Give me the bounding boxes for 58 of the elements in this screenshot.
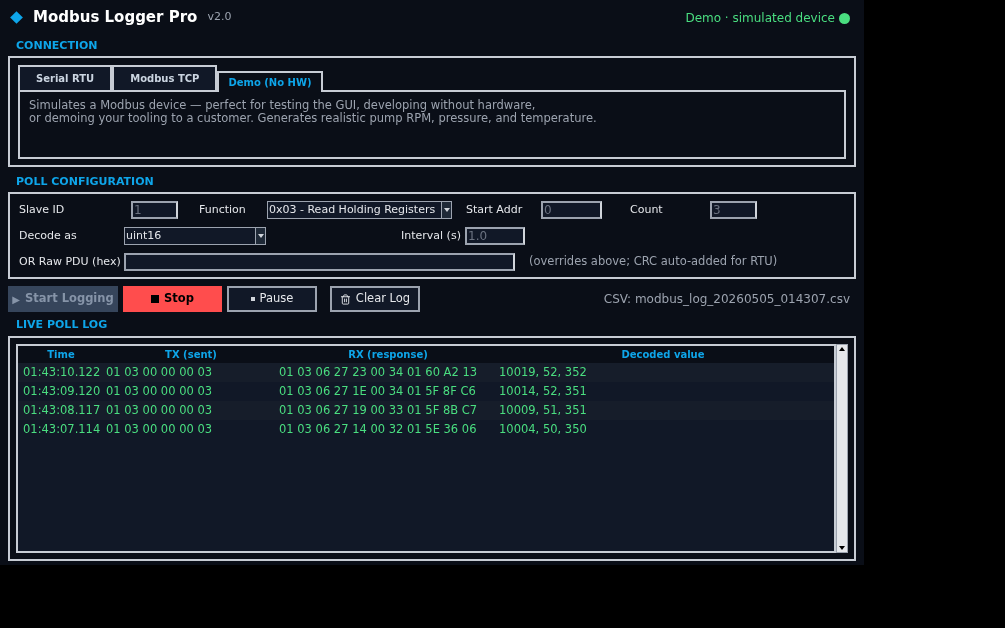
description-text: Simulates a Modbus device — perfect for testing the GUI, developing without hardware,	[29, 99, 537, 112]
raw-pdu-field[interactable]	[124, 253, 515, 271]
section-heading: LIVE POLL LOG	[16, 318, 109, 332]
scrollbar[interactable]	[836, 344, 848, 553]
interval-field[interactable]: 1.0	[465, 227, 525, 245]
csv-filename: CSV: modbus_log_20260505_014307.csv	[603, 291, 850, 308]
table-cell-text: 01 03 06 27 19 00 33 01 5F 8B C7	[279, 401, 479, 419]
table-cell-text: 01:43:09.120	[22, 382, 102, 400]
table-cell-text: 01 03 00 00 00 03	[106, 401, 214, 419]
table-cell-text: 01 03 00 00 00 03	[106, 363, 214, 381]
column-header: RX (response)	[347, 348, 429, 362]
stop-button[interactable]: Stop	[123, 286, 222, 312]
field-label: Count	[630, 201, 663, 218]
logo-icon	[10, 11, 23, 24]
stop-icon	[151, 295, 160, 303]
tab[interactable]: Modbus TCP	[112, 65, 218, 90]
tab[interactable]: Demo (No HW)	[217, 71, 323, 92]
status-text: Demo · simulated device	[685, 9, 835, 27]
table-cell-text: 10014, 52, 351	[499, 382, 587, 400]
scroll-up-icon[interactable]	[837, 345, 847, 353]
decode-select[interactable]: uint16	[124, 227, 266, 245]
clear-log-button[interactable]: Clear Log	[330, 286, 420, 312]
tab[interactable]: Serial RTU	[18, 65, 113, 90]
table-cell-text: 10019, 52, 352	[499, 363, 587, 381]
slave-id-field[interactable]: 1	[131, 201, 178, 219]
trash-icon	[339, 293, 351, 305]
pause-button[interactable]: Pause	[227, 286, 317, 312]
scroll-down-icon[interactable]	[837, 544, 847, 552]
column-header: Decoded value	[620, 348, 706, 362]
table-cell-text: 01 03 00 00 00 03	[106, 420, 214, 438]
square-icon	[250, 297, 255, 301]
play-icon: ▶	[12, 291, 20, 307]
column-header: Time	[46, 348, 76, 362]
hint-text: (overrides above; CRC auto-added for RTU)	[529, 253, 778, 271]
field-label: Function	[199, 201, 246, 218]
start-addr-field[interactable]: 0	[541, 201, 602, 219]
table-cell-text: 01 03 06 27 23 00 34 01 60 A2 13	[279, 363, 479, 381]
table-cell-text: 01 03 00 00 00 03	[106, 382, 214, 400]
function-select[interactable]: 0x03 - Read Holding Registers	[267, 201, 452, 219]
table-cell-text: 01:43:08.117	[22, 401, 102, 419]
table-cell-text: 01:43:07.114	[22, 420, 102, 438]
column-header: TX (sent)	[164, 348, 218, 362]
version-label: v2.0	[207, 9, 232, 26]
table-cell-text: 01 03 06 27 14 00 32 01 5E 36 06	[279, 420, 478, 438]
count-field[interactable]: 3	[710, 201, 757, 219]
table-cell-text: 01:43:10.122	[22, 363, 102, 381]
table-cell-text: 10009, 51, 351	[499, 401, 587, 419]
app-title: Modbus Logger Pro	[33, 7, 198, 29]
field-label: Start Addr	[466, 201, 523, 218]
field-label: Decode as	[19, 227, 77, 244]
table-cell-text: 10004, 50, 350	[499, 420, 587, 438]
field-label: OR Raw PDU (hex)	[19, 253, 121, 270]
section-heading: CONNECTION	[16, 39, 99, 53]
table-cell-text: 01 03 06 27 1E 00 34 01 5F 8F C6	[279, 382, 477, 400]
description-text: or demoing your tooling to a customer. Generates realistic pump RPM, pressure, and temperature.	[29, 112, 598, 125]
field-label: Slave ID	[19, 201, 65, 218]
field-label: Interval (s)	[401, 227, 461, 244]
section-heading: POLL CONFIGURATION	[16, 175, 155, 189]
